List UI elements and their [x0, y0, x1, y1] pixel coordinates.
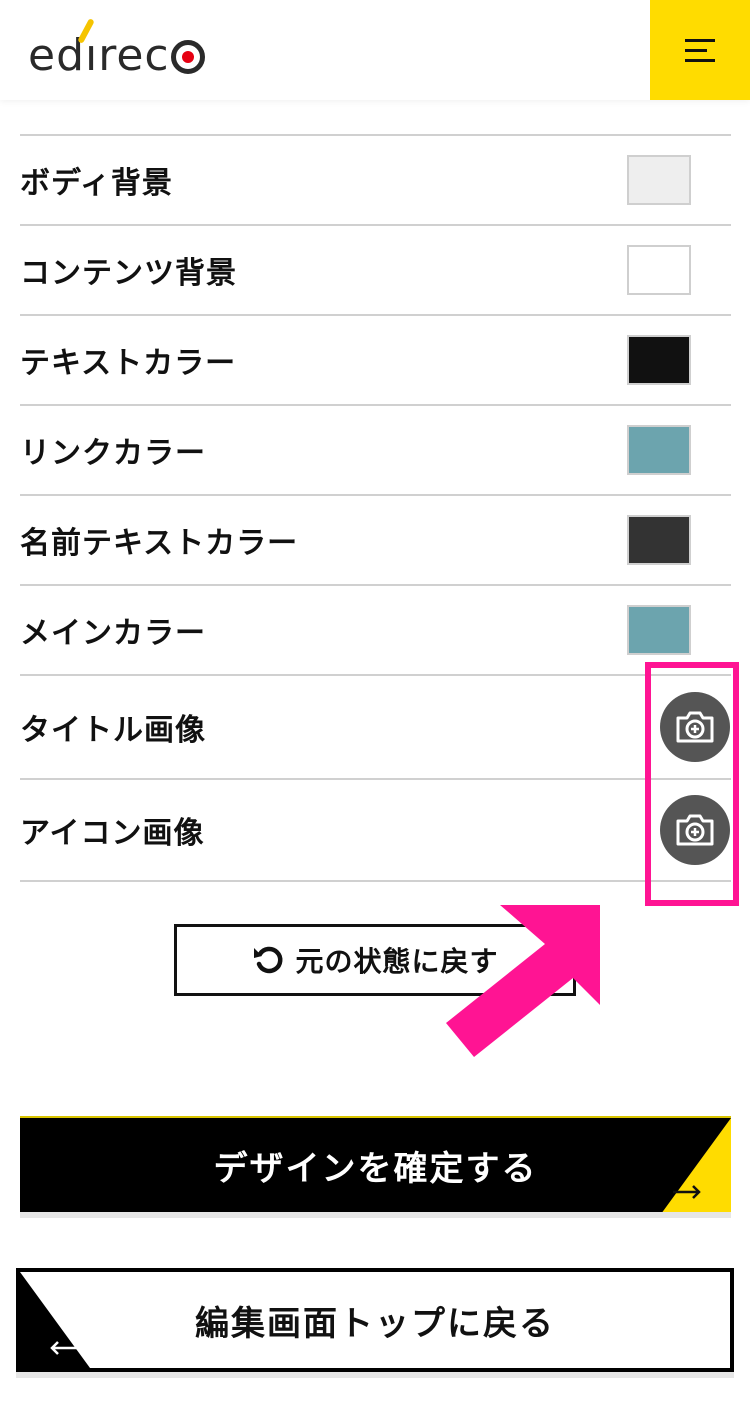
confirm-design-button[interactable]: デザインを確定する: [20, 1116, 731, 1212]
edireco-logo[interactable]: ed ı rec: [28, 18, 205, 81]
color-swatch-name-text-color[interactable]: [627, 515, 691, 565]
color-swatch-main-color[interactable]: [627, 605, 691, 655]
setting-label: テキストカラー: [20, 346, 237, 381]
setting-row-title-image: タイトル画像: [20, 674, 731, 778]
highlight-box: [645, 662, 739, 906]
setting-label: アイコン画像: [20, 816, 205, 851]
hamburger-menu-icon: [685, 32, 715, 69]
setting-row-body-background: ボディ背景: [20, 134, 731, 224]
pointer-arrow-icon: [446, 905, 600, 1057]
color-swatch-body-background[interactable]: [627, 155, 691, 205]
confirm-button-label: デザインを確定する: [213, 1148, 538, 1189]
setting-row-content-background: コンテンツ背景: [20, 224, 731, 314]
setting-row-main-color: メインカラー: [20, 584, 731, 674]
setting-label: 名前テキストカラー: [20, 526, 299, 561]
setting-label: メインカラー: [20, 616, 206, 651]
setting-label: リンクカラー: [20, 436, 206, 471]
design-settings-list: ボディ背景 コンテンツ背景 テキストカラー リンクカラー 名前テキストカラー メ…: [20, 134, 731, 882]
hamburger-menu-button[interactable]: [650, 0, 750, 100]
setting-row-link-color: リンクカラー: [20, 404, 731, 494]
setting-label: タイトル画像: [20, 713, 206, 748]
color-swatch-text-color[interactable]: [627, 335, 691, 385]
setting-row-text-color: テキストカラー: [20, 314, 731, 404]
logo-i: ı: [77, 18, 98, 81]
color-swatch-content-background[interactable]: [627, 245, 691, 295]
undo-icon: [254, 946, 283, 974]
app-header: ed ı rec: [0, 0, 750, 100]
back-button-label: 編集画面トップに戻る: [195, 1303, 555, 1344]
logo-text-part: ed: [28, 30, 85, 81]
setting-label: コンテンツ背景: [20, 256, 237, 291]
setting-row-name-text-color: 名前テキストカラー: [20, 494, 731, 584]
logo-text-part: rec: [98, 30, 170, 81]
setting-row-icon-image: アイコン画像: [20, 778, 731, 882]
setting-label: ボディ背景: [20, 166, 173, 201]
color-swatch-link-color[interactable]: [627, 425, 691, 475]
back-to-editor-top-button[interactable]: 編集画面トップに戻る: [16, 1268, 734, 1372]
logo-dot-icon: [170, 40, 205, 74]
